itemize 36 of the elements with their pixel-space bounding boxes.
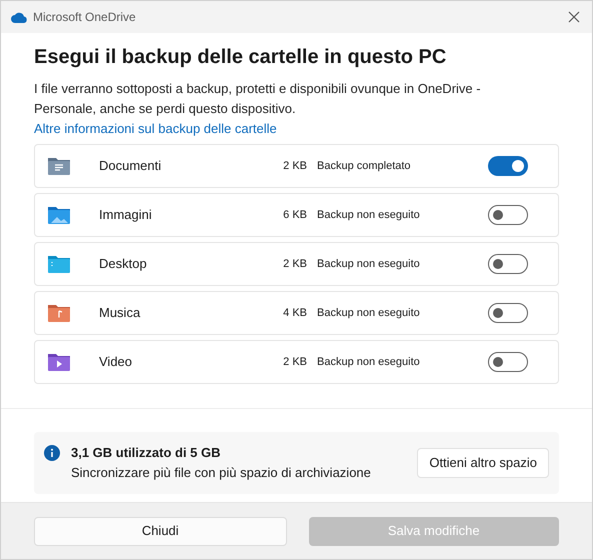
folder-name: Documenti [99,157,162,176]
backup-status: Backup non eseguito [317,208,421,223]
toggle-switch[interactable] [488,205,528,225]
backup-status: Backup non eseguito [317,256,421,272]
toggle-switch[interactable] [488,156,528,176]
video-folder-icon [47,352,71,372]
backup-status: Backup non eseguito [317,306,421,321]
toggle-switch[interactable] [488,352,528,372]
toggle-switch[interactable] [488,303,528,323]
storage-hint: Sincronizzare più file con più spazio di archiviazione [71,464,372,482]
get-more-storage-button[interactable]: Ottieni altro spazio [417,448,549,478]
info-link[interactable]: Altre informazioni sul backup delle cartelle [34,119,277,139]
folder-size: 2 KB [282,354,308,370]
toggle-switch[interactable] [488,254,528,274]
folder-size: 4 KB [282,306,308,321]
cloud-icon [11,12,27,22]
window-title: Microsoft OneDrive [33,9,136,26]
folder-size: 2 KB [282,158,308,174]
document-folder-icon [47,156,71,176]
folder-name: Musica [99,304,142,322]
backup-status: Backup completato [317,158,412,174]
music-folder-icon [47,303,71,323]
storage-usage: 3,1 GB utilizzato di 5 GB [71,444,222,462]
desktop-folder-icon [47,254,71,274]
close-icon[interactable] [568,11,580,23]
dialog-heading: Esegui il backup delle cartelle in questo PC [34,45,448,70]
dialog-button[interactable]: Chiudi [34,516,286,546]
folder-name: Video [99,353,134,372]
info-icon [44,445,60,461]
folder-name: Immagini [99,206,153,224]
backup-status: Backup non eseguito [317,354,421,370]
folder-name: Desktop [99,255,148,274]
description: I file verranno sottoposti a backup, protetti e disponibili ovunque in OneDrive - Personale, anche se perdi questo dispositivo. [34,80,482,118]
folder-size: 6 KB [282,208,308,223]
picture-folder-icon [47,205,71,225]
folder-size: 2 KB [282,256,308,272]
